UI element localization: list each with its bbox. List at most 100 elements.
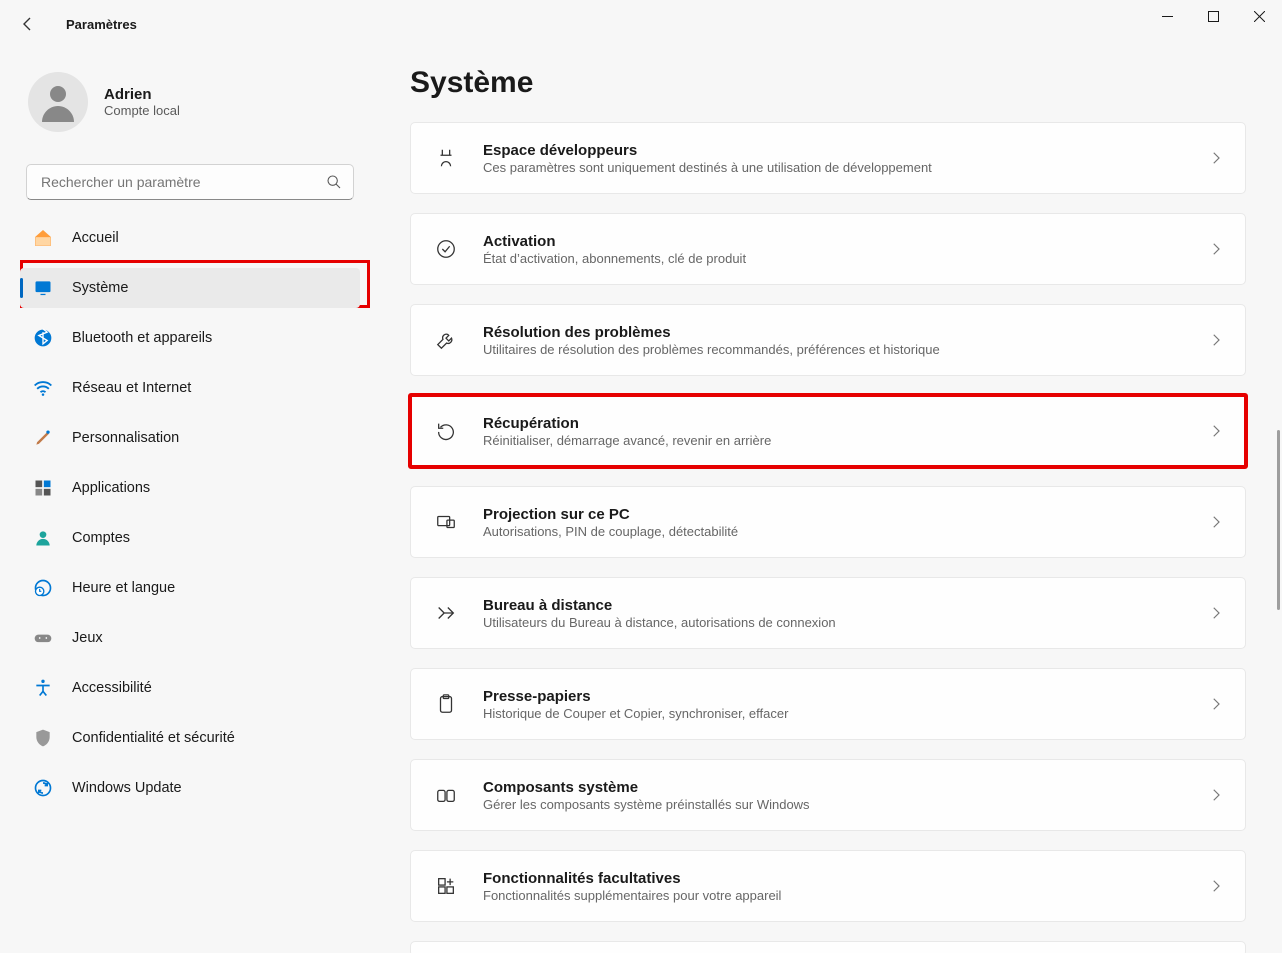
nav-label: Jeux bbox=[72, 630, 103, 646]
card-title: Espace développeurs bbox=[483, 142, 1207, 159]
nav-personnalisation[interactable]: Personnalisation bbox=[20, 418, 360, 458]
titlebar: Paramètres bbox=[0, 0, 1282, 48]
chevron-right-icon bbox=[1207, 695, 1225, 713]
card-title: Résolution des problèmes bbox=[483, 324, 1207, 341]
person-icon bbox=[32, 527, 54, 549]
clock-globe-icon bbox=[32, 577, 54, 599]
update-icon bbox=[32, 777, 54, 799]
nav-accueil[interactable]: Accueil bbox=[20, 218, 360, 258]
nav-jeux[interactable]: Jeux bbox=[20, 618, 360, 658]
nav-label: Applications bbox=[72, 480, 150, 496]
accessibility-icon bbox=[32, 677, 54, 699]
nav-list: Accueil Système Bluetooth et appareils R… bbox=[20, 218, 360, 808]
close-button[interactable] bbox=[1236, 0, 1282, 32]
minimize-button[interactable] bbox=[1144, 0, 1190, 32]
nav-label: Accueil bbox=[72, 230, 119, 246]
chevron-right-icon bbox=[1207, 513, 1225, 531]
maximize-button[interactable] bbox=[1190, 0, 1236, 32]
window-controls bbox=[1144, 0, 1282, 40]
gamepad-icon bbox=[32, 627, 54, 649]
card-fonctionnalites-facultatives[interactable]: Fonctionnalités facultatives Fonctionnal… bbox=[410, 850, 1246, 922]
maximize-icon bbox=[1208, 11, 1219, 22]
close-icon bbox=[1254, 11, 1265, 22]
chevron-right-icon bbox=[1207, 240, 1225, 258]
nav-windowsupdate[interactable]: Windows Update bbox=[20, 768, 360, 808]
projection-icon bbox=[431, 507, 461, 537]
nav-label: Réseau et Internet bbox=[72, 380, 191, 396]
chevron-right-icon bbox=[1207, 422, 1225, 440]
card-resolution-problemes[interactable]: Résolution des problèmes Utilitaires de … bbox=[410, 304, 1246, 376]
card-espace-developpeurs[interactable]: Espace développeurs Ces paramètres sont … bbox=[410, 122, 1246, 194]
nav-label: Heure et langue bbox=[72, 580, 175, 596]
arrow-left-icon bbox=[20, 16, 36, 32]
chevron-right-icon bbox=[1207, 604, 1225, 622]
wifi-icon bbox=[32, 377, 54, 399]
nav-confidentialite[interactable]: Confidentialité et sécurité bbox=[20, 718, 360, 758]
main-panel: Système Espace développeurs Ces paramètr… bbox=[370, 48, 1282, 953]
nav-label: Windows Update bbox=[72, 780, 182, 796]
search-icon bbox=[326, 174, 342, 190]
card-subtitle: État d’activation, abonnements, clé de p… bbox=[483, 251, 1207, 266]
card-composants-systeme[interactable]: Composants système Gérer les composants … bbox=[410, 759, 1246, 831]
remote-desktop-icon bbox=[431, 598, 461, 628]
search-input[interactable] bbox=[26, 164, 354, 200]
card-title: Bureau à distance bbox=[483, 597, 1207, 614]
card-subtitle: Ces paramètres sont uniquement destinés … bbox=[483, 160, 1207, 175]
profile-block[interactable]: Adrien Compte local bbox=[20, 64, 360, 148]
components-icon bbox=[431, 780, 461, 810]
optional-features-icon bbox=[431, 871, 461, 901]
nav-comptes[interactable]: Comptes bbox=[20, 518, 360, 558]
scrollbar-thumb[interactable] bbox=[1277, 430, 1280, 610]
avatar bbox=[28, 72, 88, 132]
card-subtitle: Réinitialiser, démarrage avancé, revenir… bbox=[483, 433, 1207, 448]
card-subtitle: Historique de Couper et Copier, synchron… bbox=[483, 706, 1207, 721]
card-projection[interactable]: Projection sur ce PC Autorisations, PIN … bbox=[410, 486, 1246, 558]
card-bureau-distance[interactable]: Bureau à distance Utilisateurs du Bureau… bbox=[410, 577, 1246, 649]
shield-icon bbox=[32, 727, 54, 749]
nav-label: Bluetooth et appareils bbox=[72, 330, 212, 346]
card-subtitle: Gérer les composants système préinstallé… bbox=[483, 797, 1207, 812]
card-partial[interactable] bbox=[410, 941, 1246, 953]
card-title: Projection sur ce PC bbox=[483, 506, 1207, 523]
card-title: Presse-papiers bbox=[483, 688, 1207, 705]
search-container bbox=[26, 164, 354, 200]
chevron-right-icon bbox=[1207, 331, 1225, 349]
page-title: Système bbox=[410, 66, 1246, 100]
chevron-right-icon bbox=[1207, 877, 1225, 895]
paint-icon bbox=[32, 427, 54, 449]
chevron-right-icon bbox=[1207, 786, 1225, 804]
card-subtitle: Utilisateurs du Bureau à distance, autor… bbox=[483, 615, 1207, 630]
nav-label: Comptes bbox=[72, 530, 130, 546]
card-title: Activation bbox=[483, 233, 1207, 250]
nav-heure[interactable]: Heure et langue bbox=[20, 568, 360, 608]
wrench-icon bbox=[431, 325, 461, 355]
nav-label: Système bbox=[72, 280, 128, 296]
profile-name: Adrien bbox=[104, 86, 180, 103]
window-title: Paramètres bbox=[66, 17, 137, 32]
system-icon bbox=[32, 277, 54, 299]
nav-reseau[interactable]: Réseau et Internet bbox=[20, 368, 360, 408]
nav-applications[interactable]: Applications bbox=[20, 468, 360, 508]
sidebar: Adrien Compte local Accueil Système Blue… bbox=[0, 48, 370, 953]
nav-bluetooth[interactable]: Bluetooth et appareils bbox=[20, 318, 360, 358]
home-icon bbox=[32, 227, 54, 249]
profile-subtitle: Compte local bbox=[104, 103, 180, 118]
apps-icon bbox=[32, 477, 54, 499]
back-button[interactable] bbox=[8, 4, 48, 44]
card-subtitle: Fonctionnalités supplémentaires pour vot… bbox=[483, 888, 1207, 903]
card-subtitle: Utilitaires de résolution des problèmes … bbox=[483, 342, 1207, 357]
developer-icon bbox=[431, 143, 461, 173]
card-recuperation[interactable]: Récupération Réinitialiser, démarrage av… bbox=[410, 395, 1246, 467]
nav-accessibilite[interactable]: Accessibilité bbox=[20, 668, 360, 708]
minimize-icon bbox=[1162, 11, 1173, 22]
chevron-right-icon bbox=[1207, 149, 1225, 167]
nav-label: Personnalisation bbox=[72, 430, 179, 446]
card-title: Composants système bbox=[483, 779, 1207, 796]
nav-label: Confidentialité et sécurité bbox=[72, 730, 235, 746]
nav-label: Accessibilité bbox=[72, 680, 152, 696]
clipboard-icon bbox=[431, 689, 461, 719]
card-activation[interactable]: Activation État d’activation, abonnement… bbox=[410, 213, 1246, 285]
card-presse-papiers[interactable]: Presse-papiers Historique de Couper et C… bbox=[410, 668, 1246, 740]
card-title: Fonctionnalités facultatives bbox=[483, 870, 1207, 887]
nav-systeme[interactable]: Système bbox=[20, 268, 360, 308]
